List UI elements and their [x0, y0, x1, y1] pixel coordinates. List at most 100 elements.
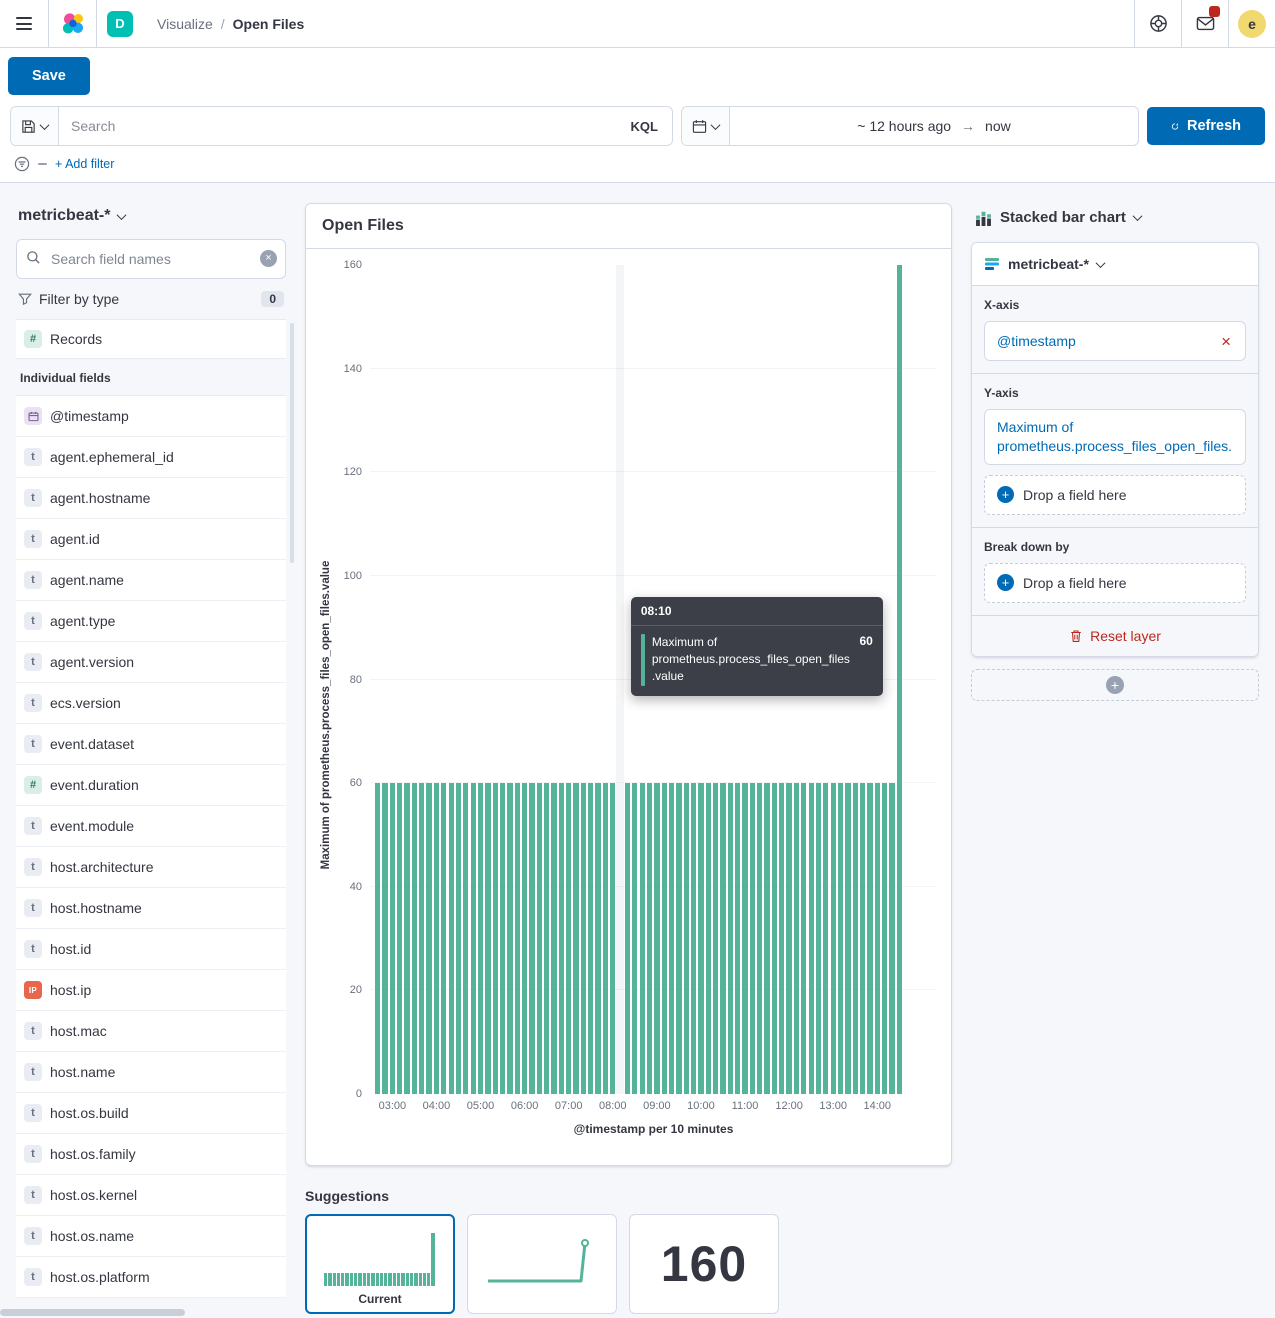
field-item-event.duration[interactable]: #event.duration [16, 765, 286, 806]
bar-05:50[interactable] [515, 783, 520, 1094]
bar-14:10[interactable] [882, 783, 887, 1094]
bar-04:00[interactable] [434, 783, 439, 1094]
field-item-host.os.build[interactable]: thost.os.build [16, 1093, 286, 1134]
bar-05:00[interactable] [478, 783, 483, 1094]
bar-14:00[interactable] [875, 783, 880, 1094]
bar-06:30[interactable] [544, 783, 549, 1094]
save-button[interactable]: Save [8, 57, 90, 95]
bar-11:20[interactable] [757, 783, 762, 1094]
bar-09:20[interactable] [669, 783, 674, 1094]
bar-13:00[interactable] [831, 783, 836, 1094]
field-search-input[interactable] [16, 239, 286, 279]
bar-10:20[interactable] [713, 783, 718, 1094]
bar-12:10[interactable] [794, 783, 799, 1094]
bar-07:10[interactable] [573, 783, 578, 1094]
bar-02:50[interactable] [382, 783, 387, 1094]
index-pattern-picker[interactable]: metricbeat-* [18, 207, 125, 225]
field-item-host.hostname[interactable]: thost.hostname [16, 888, 286, 929]
newsfeed-button[interactable] [1181, 0, 1228, 47]
bar-13:10[interactable] [838, 783, 843, 1094]
bar-05:40[interactable] [507, 783, 512, 1094]
field-item-host.mac[interactable]: thost.mac [16, 1011, 286, 1052]
field-item-host.os.kernel[interactable]: thost.os.kernel [16, 1175, 286, 1216]
bar-10:10[interactable] [706, 783, 711, 1094]
field-item-records[interactable]: # Records [16, 319, 286, 359]
bar-04:30[interactable] [456, 783, 461, 1094]
filter-options-button[interactable] [14, 156, 30, 172]
bar-12:20[interactable] [801, 783, 806, 1094]
bar-04:20[interactable] [449, 783, 454, 1094]
bar-03:00[interactable] [390, 783, 395, 1094]
suggestion-metric[interactable]: 160 [629, 1214, 779, 1314]
field-item-ecs.version[interactable]: tecs.version [16, 683, 286, 724]
bar-06:10[interactable] [529, 783, 534, 1094]
field-item-host.id[interactable]: thost.id [16, 929, 286, 970]
bar-03:30[interactable] [412, 783, 417, 1094]
help-menu-button[interactable] [1134, 0, 1181, 47]
bar-09:30[interactable] [676, 783, 681, 1094]
field-item-host.os.name[interactable]: thost.os.name [16, 1216, 286, 1257]
date-quick-menu-button[interactable] [682, 107, 730, 145]
bar-03:10[interactable] [397, 783, 402, 1094]
bar-12:30[interactable] [809, 783, 814, 1094]
bar-11:30[interactable] [764, 783, 769, 1094]
field-item-agent.ephemeral_id[interactable]: tagent.ephemeral_id [16, 437, 286, 478]
breadcrumb-visualize[interactable]: Visualize [157, 16, 213, 32]
suggestion-line-chart[interactable] [467, 1214, 617, 1314]
field-item-@timestamp[interactable]: @timestamp [16, 396, 286, 437]
bar-07:30[interactable] [588, 783, 593, 1094]
field-item-host.architecture[interactable]: thost.architecture [16, 847, 286, 888]
bar-04:50[interactable] [471, 783, 476, 1094]
bar-05:30[interactable] [500, 783, 505, 1094]
bar-10:40[interactable] [728, 783, 733, 1094]
field-item-host.name[interactable]: thost.name [16, 1052, 286, 1093]
bar-08:20[interactable] [625, 783, 630, 1094]
field-item-agent.id[interactable]: tagent.id [16, 519, 286, 560]
saved-query-menu-button[interactable] [11, 107, 59, 145]
bar-03:50[interactable] [426, 783, 431, 1094]
remove-dimension-icon[interactable]: × [1219, 333, 1233, 350]
query-language-button[interactable]: KQL [617, 107, 672, 145]
field-item-agent.name[interactable]: tagent.name [16, 560, 286, 601]
bar-12:00[interactable] [786, 783, 791, 1094]
field-item-agent.hostname[interactable]: tagent.hostname [16, 478, 286, 519]
user-menu-button[interactable]: e [1228, 0, 1275, 47]
field-item-event.module[interactable]: tevent.module [16, 806, 286, 847]
add-filter-button[interactable]: + Add filter [55, 157, 114, 171]
bar-02:40[interactable] [375, 783, 380, 1094]
field-item-event.dataset[interactable]: tevent.dataset [16, 724, 286, 765]
bar-08:50[interactable] [647, 783, 652, 1094]
elastic-logo[interactable] [49, 0, 97, 47]
bar-09:40[interactable] [684, 783, 689, 1094]
bar-10:50[interactable] [735, 783, 740, 1094]
bar-08:40[interactable] [640, 783, 645, 1094]
bar-08:00[interactable] [610, 783, 615, 1094]
bar-12:50[interactable] [823, 783, 828, 1094]
bar-10:30[interactable] [720, 783, 725, 1094]
bar-06:00[interactable] [522, 783, 527, 1094]
bar-06:40[interactable] [551, 783, 556, 1094]
add-layer-button[interactable]: + [971, 669, 1259, 701]
bar-11:10[interactable] [750, 783, 755, 1094]
bar-09:00[interactable] [654, 783, 659, 1094]
bar-13:40[interactable] [860, 783, 865, 1094]
x-axis-dimension[interactable]: @timestamp × [984, 321, 1246, 361]
bar-03:20[interactable] [404, 783, 409, 1094]
field-item-agent.type[interactable]: tagent.type [16, 601, 286, 642]
filter-by-type-toggle[interactable]: Filter by type 0 [16, 289, 286, 319]
space-switcher[interactable]: D [97, 0, 143, 47]
field-item-host.os.platform[interactable]: thost.os.platform [16, 1257, 286, 1298]
bar-07:50[interactable] [603, 783, 608, 1094]
suggestion-current[interactable]: Current [305, 1214, 455, 1314]
bar-11:50[interactable] [779, 783, 784, 1094]
time-range-start[interactable]: ~ 12 hours ago [857, 118, 951, 134]
field-item-host.ip[interactable]: IPhost.ip [16, 970, 286, 1011]
bar-12:40[interactable] [816, 783, 821, 1094]
bar-13:50[interactable] [867, 783, 872, 1094]
layer-index-pattern-button[interactable]: metricbeat-* [972, 243, 1258, 285]
reset-layer-button[interactable]: Reset layer [972, 615, 1258, 656]
bar-09:50[interactable] [691, 783, 696, 1094]
field-item-host.os.family[interactable]: thost.os.family [16, 1134, 286, 1175]
bar-07:20[interactable] [581, 783, 586, 1094]
bar-06:50[interactable] [559, 783, 564, 1094]
